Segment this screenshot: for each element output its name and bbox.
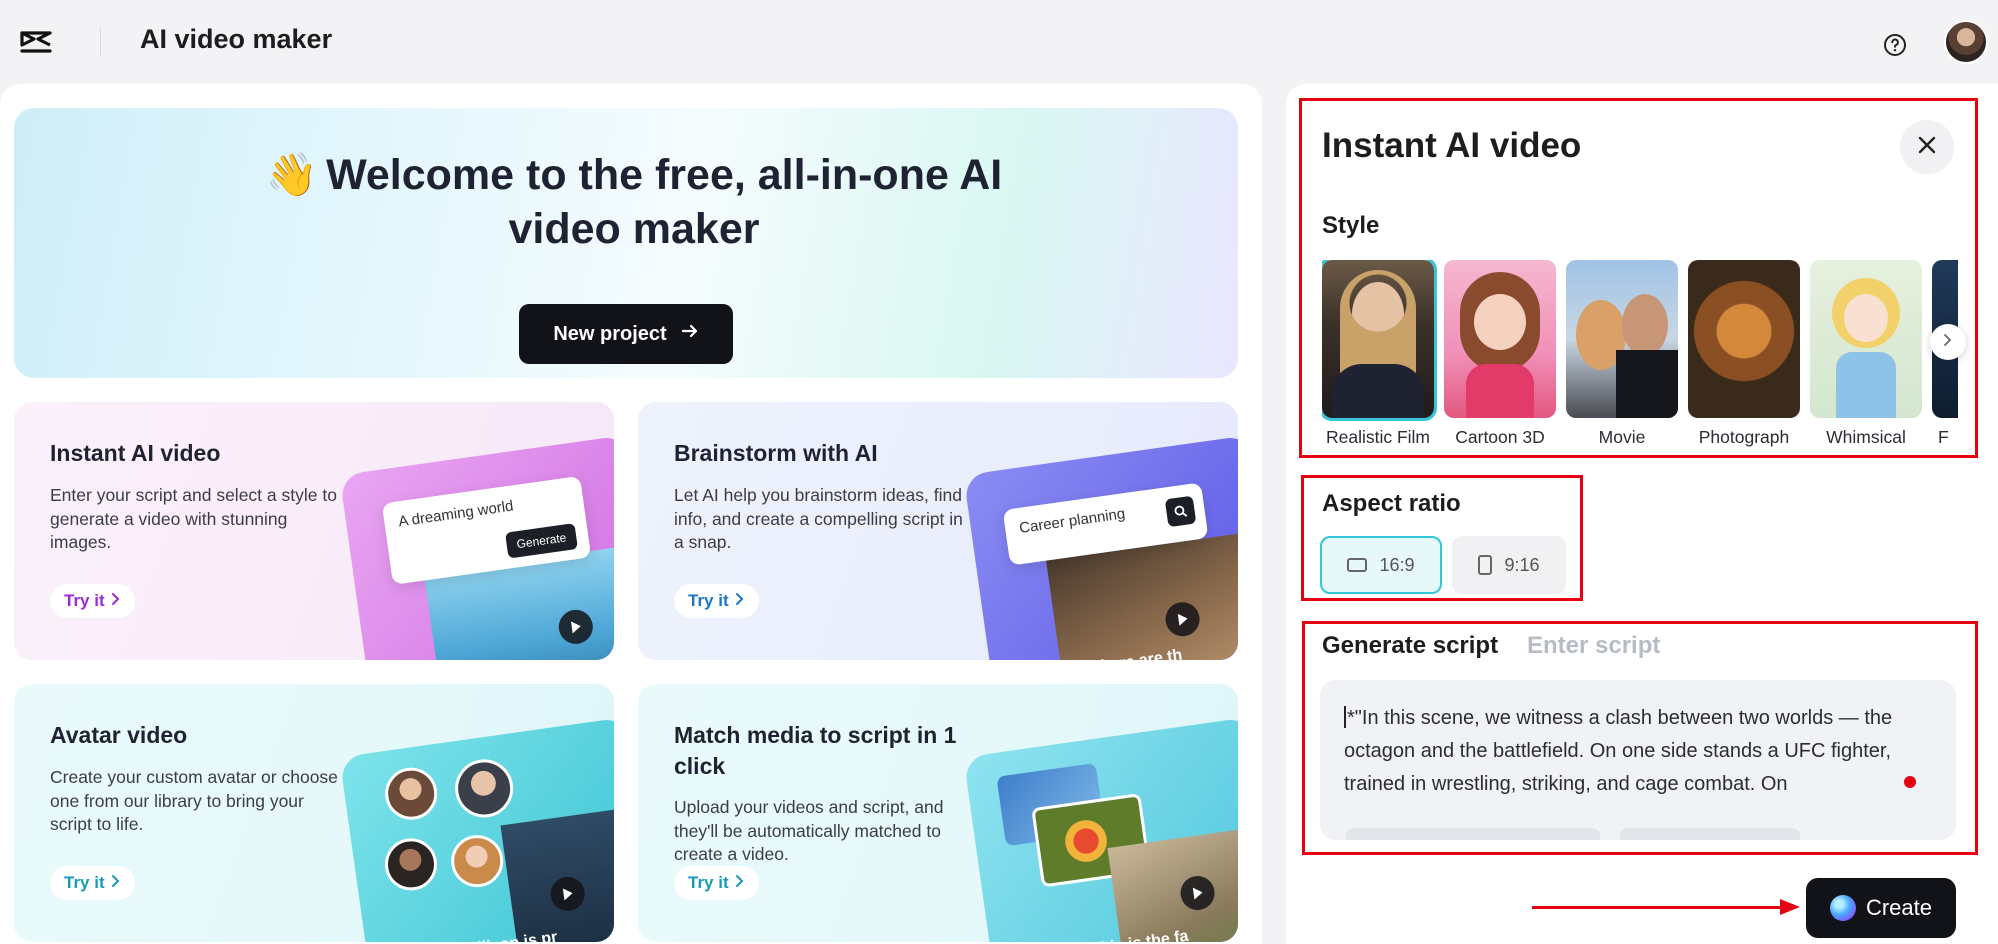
card-title: Brainstorm with AI [674,440,878,466]
prompt-text: A dreaming world [397,497,515,531]
presenter-video [500,806,614,942]
style-option-whimsical[interactable]: Whimsical [1810,260,1922,448]
welcome-hero: 👋 Welcome to the free, all-in-one AI vide… [14,108,1238,378]
annotation-arrowhead [1780,899,1800,915]
avatar-thumb [381,835,441,894]
annotation-arrow [1532,906,1784,909]
card-brainstorm-ai[interactable]: Brainstorm with AI Let AI help you brain… [638,402,1238,660]
script-text: *"In this scene, we witness a clash betw… [1344,702,1934,801]
user-avatar[interactable] [1944,20,1988,64]
card-title: Avatar video [50,722,188,748]
portrait-icon [1478,555,1493,575]
annotation-dot [1904,776,1916,788]
new-project-label: New project [553,322,667,345]
style-thumbnail [1566,260,1678,418]
art-caption: Silicon is pr [466,929,558,942]
generate-chip-label: Generate [515,530,568,552]
style-label-text: Whimsical [1826,427,1906,447]
card-description: Upload your videos and script, and they'… [674,797,944,864]
chevron-right-icon [735,873,745,893]
style-option-movie[interactable]: Movie [1566,260,1678,448]
style-thumbnail [1810,260,1922,418]
style-label-text: Realistic Film [1325,427,1431,447]
create-button[interactable]: Create [1806,878,1956,938]
style-label-text: F [1938,427,1949,447]
script-textarea[interactable]: *"In this scene, we witness a clash betw… [1320,680,1956,840]
top-bar: AI video maker [0,0,1998,82]
close-icon [1917,135,1937,160]
chevron-right-icon [735,591,745,611]
chevron-right-icon [111,591,121,611]
create-label: Create [1865,895,1933,920]
try-it-label: Try it [688,591,729,610]
try-it-button[interactable]: Try it [674,584,759,618]
landscape-icon [1347,558,1368,572]
tab-generate-script[interactable]: Generate script [1322,632,1498,660]
waving-hand-icon: 👋 [265,151,319,198]
card-match-media[interactable]: Match media to script in 1 click Upload … [638,684,1238,942]
chevron-right-icon [111,873,121,893]
hero-title: 👋 Welcome to the free, all-in-one AI vide… [214,148,1054,256]
try-it-label: Try it [64,591,105,610]
aspect-16-9-button[interactable]: 16:9 [1320,536,1442,594]
style-thumbnail [1688,260,1800,418]
page-title: AI video maker [140,24,333,54]
style-option-realistic-film[interactable]: Realistic Film [1322,260,1437,448]
style-option-cartoon-3d[interactable]: Cartoon 3D [1444,260,1556,448]
chevron-right-icon [1942,333,1954,352]
card-avatar-video[interactable]: Avatar video Create your custom avatar o… [14,684,614,942]
style-label-text: Cartoon 3D [1455,427,1545,447]
style-label-text: Photograph [1698,427,1790,447]
try-it-button[interactable]: Try it [674,866,759,900]
card-illustration: Silicon is pr [339,716,614,942]
help-icon[interactable] [1878,28,1912,62]
search-icon [1164,495,1197,528]
main-content: 👋 Welcome to the free, all-in-one AI vide… [0,84,1262,944]
avatar-thumb [447,831,507,891]
prompt-text: Career planning [1018,505,1127,537]
card-description: Enter your script and select a style to … [50,485,337,552]
aspect-ratio-label: Aspect ratio [1322,490,1461,517]
aspect-9-16-button[interactable]: 9:16 [1452,536,1566,594]
hero-title-text: Welcome to the free, all-in-one AI video… [326,151,1003,253]
card-title: Match media to script in 1 click [674,722,957,779]
suggestion-chip[interactable] [1620,828,1800,840]
card-illustration: Career planning There are th [963,434,1238,660]
arrow-right-icon [681,322,699,346]
try-it-label: Try it [688,873,729,892]
card-illustration: This is the fa [963,716,1238,942]
card-description: Let AI help you brainstorm ideas, find i… [674,485,963,552]
suggestion-chip[interactable] [1346,828,1600,840]
carousel-next-button[interactable] [1930,324,1966,360]
style-label-text: Movie [1598,427,1646,447]
try-it-label: Try it [64,873,105,892]
style-thumbnail [1444,260,1556,418]
new-project-button[interactable]: New project [519,304,733,364]
avatar-thumb [381,764,441,824]
capcut-logo-icon[interactable] [18,24,54,60]
try-it-button[interactable]: Try it [50,866,135,900]
style-option-photograph[interactable]: Photograph [1688,260,1800,448]
card-title: Instant AI video [50,440,221,466]
aspect-16-9-label: 16:9 [1379,554,1415,575]
style-carousel: Realistic Film Cartoon 3D Movie Photogra… [1322,260,1958,450]
aspect-9-16-label: 9:16 [1504,554,1540,575]
generate-chip: Generate [504,523,578,559]
ai-orb-icon [1829,895,1856,921]
style-label: Style [1322,212,1380,239]
try-it-button[interactable]: Try it [50,584,135,618]
card-description: Create your custom avatar or choose one … [50,767,338,834]
tab-enter-script[interactable]: Enter script [1527,632,1660,660]
style-thumbnail [1322,260,1437,421]
panel-title: Instant AI video [1322,126,1582,165]
card-illustration: A dreaming world Generate [339,434,614,660]
close-button[interactable] [1900,120,1954,174]
card-instant-ai-video[interactable]: Instant AI video Enter your script and s… [14,402,614,660]
avatar-thumb [451,755,517,822]
header-divider [100,27,101,57]
